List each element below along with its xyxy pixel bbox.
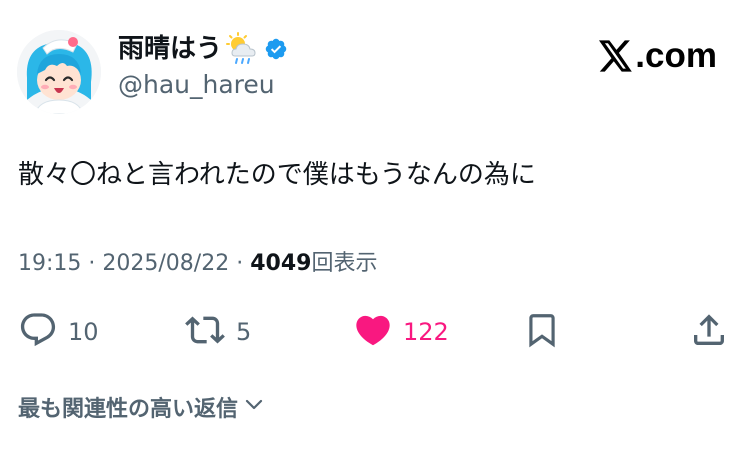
avatar[interactable] xyxy=(17,30,101,114)
replies-sort-label: 最も関連性の高い返信 xyxy=(18,396,239,422)
bookmark-button[interactable] xyxy=(523,308,561,356)
anime-avatar-image xyxy=(17,30,101,114)
meta-separator: · xyxy=(88,251,96,276)
bookmark-icon xyxy=(523,310,561,354)
chevron-down-icon xyxy=(242,392,266,427)
author-handle[interactable]: @hau_hareu xyxy=(118,68,275,102)
like-button[interactable]: 122 xyxy=(353,308,449,356)
like-count: 122 xyxy=(403,318,449,346)
share-icon xyxy=(689,310,729,354)
reply-icon xyxy=(18,310,58,354)
replies-sort-dropdown[interactable]: 最も関連性の高い返信 xyxy=(18,392,266,427)
sun-behind-rain-cloud-icon xyxy=(226,32,260,66)
meta-separator: · xyxy=(236,251,244,276)
views-label: 回表示 xyxy=(311,251,378,276)
tweet-meta: 19:15 · 2025/08/22 · 4049回表示 xyxy=(18,247,377,281)
x-logo-icon xyxy=(599,40,633,72)
repost-button[interactable]: 5 xyxy=(184,308,251,356)
share-button[interactable] xyxy=(689,308,729,356)
tweet-text: 散々〇ねと言われたので僕はもうなんの為に xyxy=(18,160,536,190)
verified-badge-icon[interactable] xyxy=(264,37,288,61)
repost-count: 5 xyxy=(236,318,252,346)
tweet-date[interactable]: 2025/08/22 xyxy=(102,251,229,276)
tweet-time[interactable]: 19:15 xyxy=(18,251,81,276)
action-bar: 10 5 122 xyxy=(0,308,750,356)
brand-domain-label: .com xyxy=(635,36,717,75)
author-display-name[interactable]: 雨晴はう xyxy=(118,30,222,68)
heart-filled-icon xyxy=(353,310,393,354)
repost-icon xyxy=(184,310,226,354)
author-name-row: 雨晴はう xyxy=(118,30,288,68)
x-com-brand: .com xyxy=(599,36,717,76)
views-count: 4049 xyxy=(250,251,312,276)
reply-button[interactable]: 10 xyxy=(18,308,99,356)
reply-count: 10 xyxy=(68,318,99,346)
